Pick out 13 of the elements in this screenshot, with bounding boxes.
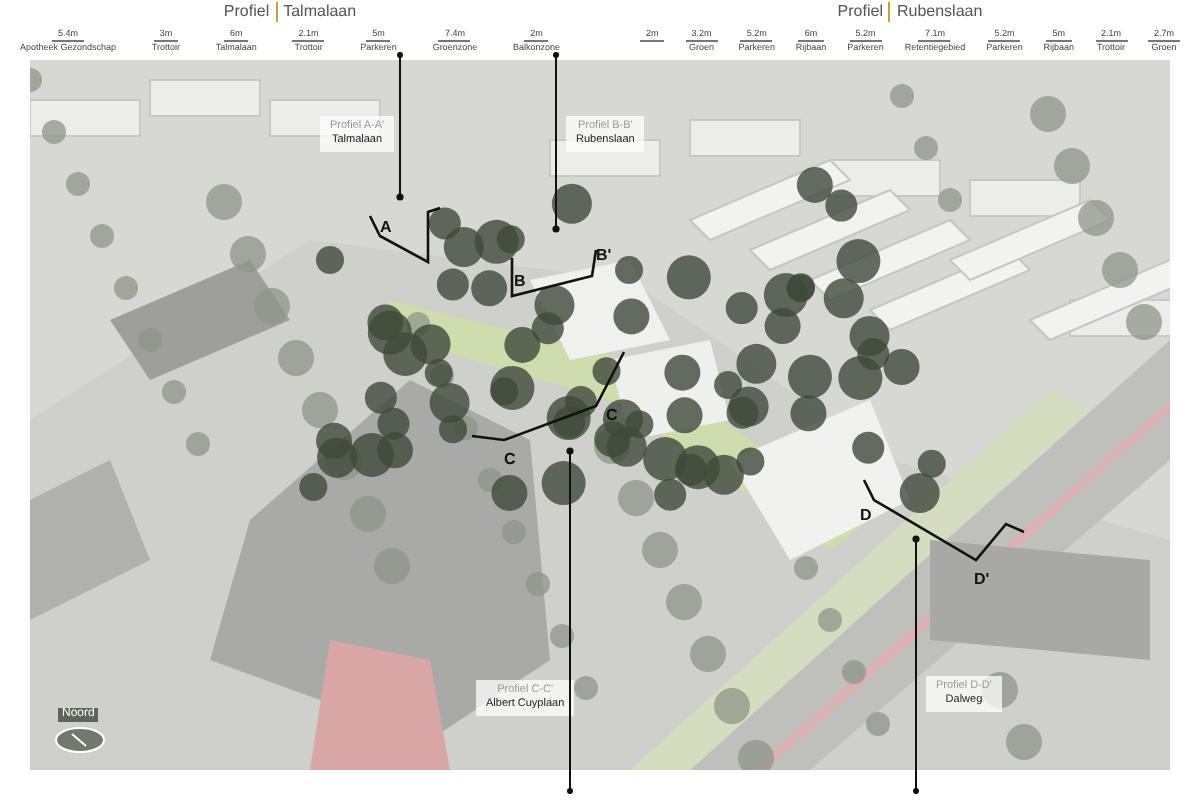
section-line xyxy=(510,249,598,298)
street-title: Rubenslaan xyxy=(896,2,983,22)
section-letter: B xyxy=(514,274,526,290)
section-letter: A xyxy=(380,220,392,236)
section-letter: C xyxy=(606,408,618,424)
profile-title: Profiel xyxy=(837,2,883,22)
section-letter: B' xyxy=(596,248,612,264)
section-letter: C xyxy=(504,452,516,468)
section-line xyxy=(368,206,441,265)
profile-title: Profiel xyxy=(223,2,270,22)
section-letter: D' xyxy=(974,572,990,588)
section-letter: D xyxy=(860,508,872,524)
street-title: Talmalaan xyxy=(283,2,357,22)
